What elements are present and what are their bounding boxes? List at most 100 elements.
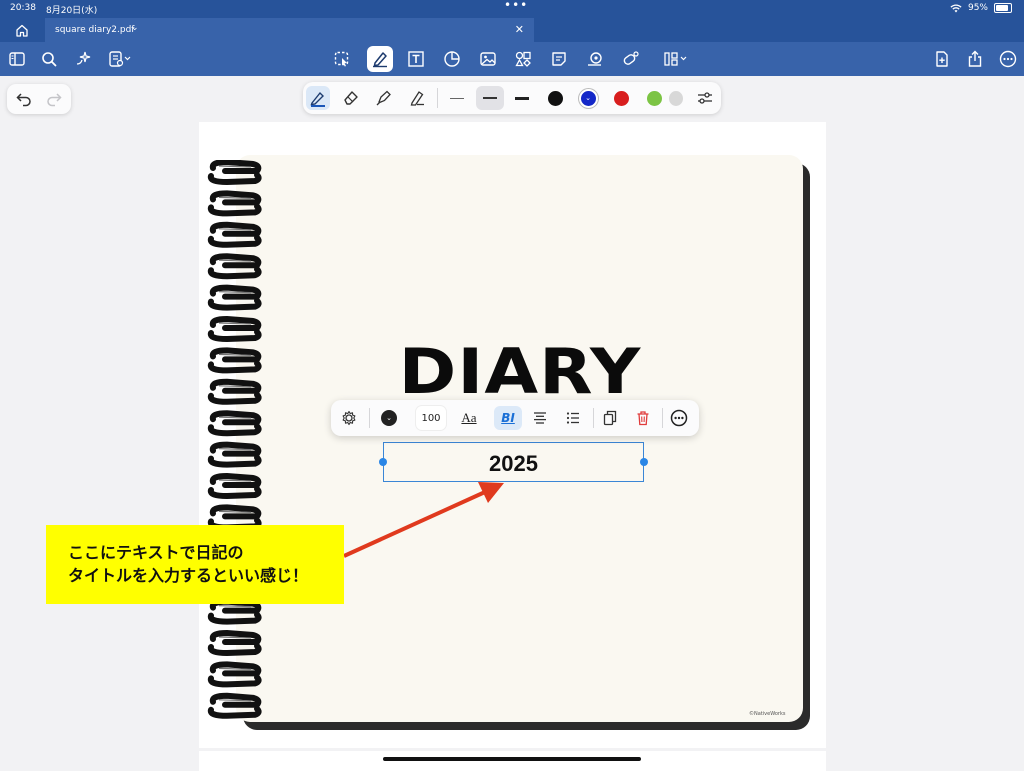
shape-button[interactable] xyxy=(439,46,465,72)
signature-icon xyxy=(622,50,640,68)
lasso-select-icon xyxy=(333,50,351,68)
gray-swatch xyxy=(669,91,683,106)
color-swatch-green[interactable] xyxy=(642,86,666,110)
sticky-note-button[interactable] xyxy=(546,46,572,72)
pen-settings-button[interactable] xyxy=(693,86,717,110)
more-button[interactable] xyxy=(995,46,1021,72)
font-size-button[interactable]: 100 xyxy=(416,406,446,430)
measure-icon xyxy=(586,50,604,68)
share-button[interactable] xyxy=(962,46,988,72)
share-icon xyxy=(966,50,984,68)
thick-line-icon xyxy=(515,97,529,100)
text-box-content[interactable]: 2025 xyxy=(384,451,643,477)
text-color-button[interactable]: ⌄ xyxy=(377,406,401,430)
document-tab-title: square diary2.pdf xyxy=(55,25,134,35)
close-tab-icon[interactable]: ✕ xyxy=(515,23,524,36)
redo-icon xyxy=(45,90,63,108)
highlighter-tool[interactable] xyxy=(372,86,396,110)
search-button[interactable] xyxy=(36,46,62,72)
bullet-list-icon xyxy=(565,410,581,426)
form-button[interactable] xyxy=(659,46,693,72)
ai-button[interactable] xyxy=(70,46,96,72)
spiral-ring xyxy=(211,382,259,402)
font-button[interactable]: Aa xyxy=(457,406,481,430)
notebook-cover xyxy=(236,155,803,722)
lasso-select-button[interactable] xyxy=(329,46,355,72)
pdf-next-page xyxy=(199,751,826,771)
align-button[interactable] xyxy=(528,406,552,430)
text-box-button[interactable] xyxy=(403,46,429,72)
status-date: 8月20日(水) xyxy=(46,3,97,16)
redo-button[interactable] xyxy=(45,90,63,108)
shape-icon xyxy=(443,50,461,68)
battery-icon xyxy=(994,3,1012,13)
spiral-ring xyxy=(211,476,259,496)
spiral-ring xyxy=(211,319,259,339)
menu-more-button[interactable] xyxy=(667,406,691,430)
chevron-down-icon[interactable]: ⌄ xyxy=(131,23,139,33)
document-tab[interactable]: square diary2.pdf ⌄ ✕ xyxy=(45,18,534,42)
stamp-button[interactable] xyxy=(510,46,536,72)
sticky-note-icon xyxy=(550,50,568,68)
search-icon xyxy=(40,50,58,68)
spiral-ring xyxy=(211,256,259,276)
pen-tray: ⌄ xyxy=(303,82,721,114)
blue-swatch-selected: ⌄ xyxy=(581,91,596,106)
form-icon xyxy=(663,50,689,68)
home-button[interactable] xyxy=(0,18,44,42)
spiral-ring xyxy=(211,413,259,433)
resize-handle-left[interactable] xyxy=(379,458,387,466)
callout-line-2: タイトルを入力するといい感じ！ xyxy=(68,562,308,586)
fountain-pen-tool[interactable] xyxy=(306,86,330,110)
color-swatch-red[interactable] xyxy=(609,86,633,110)
add-page-button[interactable] xyxy=(929,46,955,72)
spiral-ring xyxy=(211,350,259,370)
thickness-thin[interactable] xyxy=(445,86,469,110)
pen-tool-icon xyxy=(371,50,389,68)
pen-tool-button[interactable] xyxy=(367,46,393,72)
spiral-ring xyxy=(211,162,259,182)
color-swatch-black[interactable] xyxy=(543,86,567,110)
spiral-ring xyxy=(211,696,259,716)
home-indicator[interactable] xyxy=(383,757,641,761)
resize-handle-right[interactable] xyxy=(640,458,648,466)
wifi-icon xyxy=(950,4,962,13)
copy-button[interactable] xyxy=(598,406,622,430)
image-button[interactable] xyxy=(475,46,501,72)
delete-button[interactable] xyxy=(631,406,655,430)
green-swatch xyxy=(647,91,662,106)
spiral-ring xyxy=(211,225,259,245)
more-icon xyxy=(670,409,688,427)
style-button[interactable]: BI xyxy=(494,406,522,430)
eraser-tool[interactable] xyxy=(339,86,363,110)
thickness-medium[interactable] xyxy=(476,86,504,110)
eraser-icon xyxy=(342,89,360,107)
annotation-list-button[interactable] xyxy=(104,46,136,72)
red-swatch xyxy=(614,91,629,106)
undo-button[interactable] xyxy=(15,90,33,108)
trash-icon xyxy=(635,410,651,426)
status-time: 20:38 xyxy=(10,3,36,13)
fountain-pen-icon xyxy=(309,89,327,107)
home-icon xyxy=(15,24,29,37)
pencil-icon xyxy=(408,89,426,107)
callout-line-1: ここにテキストで日記の xyxy=(68,539,244,563)
color-swatch-blue[interactable]: ⌄ xyxy=(576,86,600,110)
multitasking-dots-icon[interactable]: ••• xyxy=(504,0,528,12)
color-swatch-gray[interactable] xyxy=(669,86,683,110)
pencil-tool[interactable] xyxy=(405,86,429,110)
menu-divider xyxy=(593,408,594,428)
selected-text-box[interactable]: 2025 xyxy=(383,442,644,482)
spiral-binding xyxy=(205,160,265,720)
image-icon xyxy=(479,50,497,68)
text-box-icon xyxy=(407,50,425,68)
measure-button[interactable] xyxy=(582,46,608,72)
spiral-ring xyxy=(211,445,259,465)
sidebar-icon xyxy=(8,50,26,68)
thickness-thick[interactable] xyxy=(510,86,534,110)
list-button[interactable] xyxy=(561,406,585,430)
signature-button[interactable] xyxy=(618,46,644,72)
sidebar-button[interactable] xyxy=(4,46,30,72)
text-style-button[interactable] xyxy=(337,406,361,430)
align-center-icon xyxy=(532,410,548,426)
